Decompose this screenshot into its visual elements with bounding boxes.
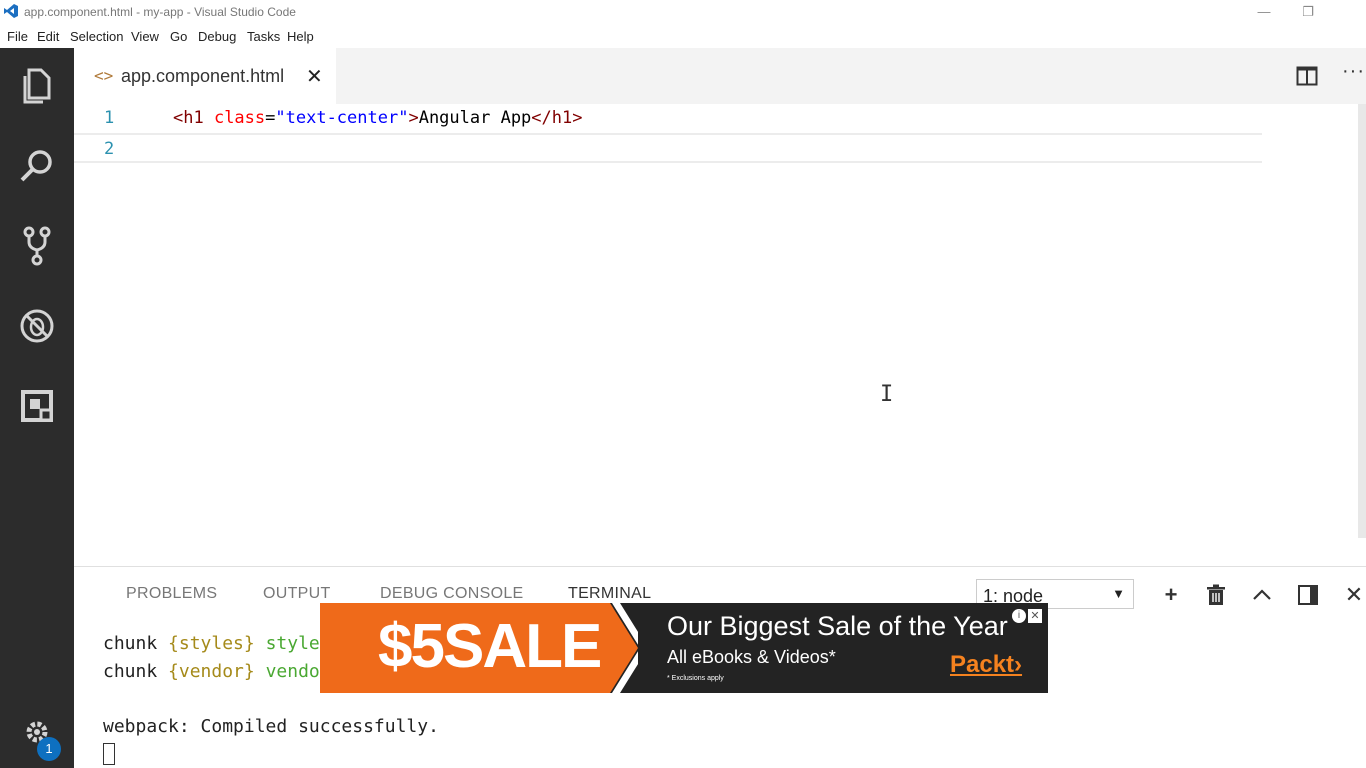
window-title: app.component.html - my-app - Visual Stu… — [24, 5, 296, 19]
line-content: <h1 class="text-center">Angular App</h1> — [173, 108, 582, 128]
maximize-panel-icon[interactable] — [1250, 583, 1274, 607]
menu-debug[interactable]: Debug — [198, 29, 236, 44]
source-control-icon[interactable] — [13, 222, 61, 270]
restore-button[interactable]: ❐ — [1296, 2, 1320, 22]
editor-tab-strip: <> app.component.html ✕ ··· — [74, 48, 1366, 104]
search-icon[interactable] — [13, 142, 61, 190]
close-panel-icon[interactable]: ✕ — [1342, 583, 1366, 607]
attr-value: "text-center" — [275, 108, 409, 128]
tab-app-component-html[interactable]: <> app.component.html ✕ — [74, 48, 336, 104]
ad-brand-link[interactable]: Packt› — [950, 651, 1022, 679]
trash-icon[interactable] — [1204, 583, 1228, 607]
split-editor-icon[interactable] — [1296, 66, 1318, 86]
terminal-file-name: style — [254, 633, 320, 654]
menu-help[interactable]: Help — [287, 29, 314, 44]
line-number: 1 — [104, 108, 115, 128]
ad-choices-icon[interactable]: i — [1012, 609, 1026, 623]
tab-debug-console[interactable]: DEBUG CONSOLE — [380, 585, 524, 603]
tag-close: </h1> — [531, 108, 583, 128]
tag-open: <h1 — [173, 108, 214, 128]
menu-selection[interactable]: Selection — [70, 29, 123, 44]
ad-banner[interactable]: $5SALE Our Biggest Sale of the Year All … — [320, 603, 1048, 693]
terminal-line: chunk {vendor} vendo — [103, 661, 320, 682]
terminal-cursor — [103, 743, 115, 765]
more-actions-icon[interactable]: ··· — [1342, 60, 1365, 83]
activity-bar — [0, 48, 74, 768]
tab-close-button[interactable]: ✕ — [306, 64, 323, 89]
add-terminal-icon[interactable]: + — [1159, 583, 1183, 607]
ad-subheadline: All eBooks & Videos* — [667, 647, 836, 667]
editor-scrollbar[interactable] — [1358, 104, 1366, 538]
terminal-file-name: vendo — [254, 661, 320, 682]
ad-close-button[interactable]: ✕ — [1028, 609, 1042, 623]
menu-tasks[interactable]: Tasks — [247, 29, 280, 44]
ad-sale-text: $5SALE — [378, 612, 602, 681]
explorer-icon[interactable] — [13, 62, 61, 110]
code-line[interactable]: 1 <h1 class="text-center">Angular App</h… — [74, 104, 1262, 134]
attr-eq: = — [265, 108, 276, 128]
terminal-chunk-name: {vendor} — [168, 661, 255, 682]
attr-name: class — [213, 108, 266, 128]
title-bar: app.component.html - my-app - Visual Stu… — [0, 0, 1366, 26]
line-number: 2 — [104, 139, 115, 159]
chevron-down-icon: ▼ — [1112, 586, 1125, 601]
terminal-line: webpack: Compiled successfully. — [103, 716, 439, 737]
ad-headline: Our Biggest Sale of the Year — [667, 611, 1008, 641]
code-editor[interactable]: 1 <h1 class="text-center">Angular App</h… — [74, 104, 1366, 566]
mouse-ibeam-cursor: I — [880, 382, 894, 407]
menu-edit[interactable]: Edit — [37, 29, 59, 44]
tab-output[interactable]: OUTPUT — [263, 585, 331, 603]
tag-gt: > — [408, 108, 419, 128]
debug-icon[interactable] — [13, 302, 61, 350]
extensions-icon[interactable] — [13, 382, 61, 430]
menu-view[interactable]: View — [131, 29, 159, 44]
terminal-chunk-name: {styles} — [168, 633, 255, 654]
tab-label: app.component.html — [121, 66, 285, 86]
toggle-panel-position-icon[interactable] — [1296, 583, 1320, 607]
minimize-button[interactable]: — — [1252, 2, 1276, 22]
code-line-current[interactable]: 2 — [74, 133, 1262, 163]
terminal-line: chunk {styles} style — [103, 633, 320, 654]
element-text: Angular App — [418, 108, 532, 128]
settings-badge: 1 — [37, 737, 61, 761]
terminal-text: chunk — [103, 661, 169, 682]
menu-go[interactable]: Go — [170, 29, 187, 44]
menu-file[interactable]: File — [7, 29, 28, 44]
menu-bar: File Edit Selection View Go Debug Tasks … — [0, 26, 1366, 48]
tab-problems[interactable]: PROBLEMS — [126, 585, 217, 603]
terminal-text: chunk — [103, 633, 169, 654]
html-file-icon: <> — [94, 66, 114, 85]
ad-fine-print: * Exclusions apply — [667, 675, 724, 682]
vscode-logo-icon — [4, 4, 18, 18]
